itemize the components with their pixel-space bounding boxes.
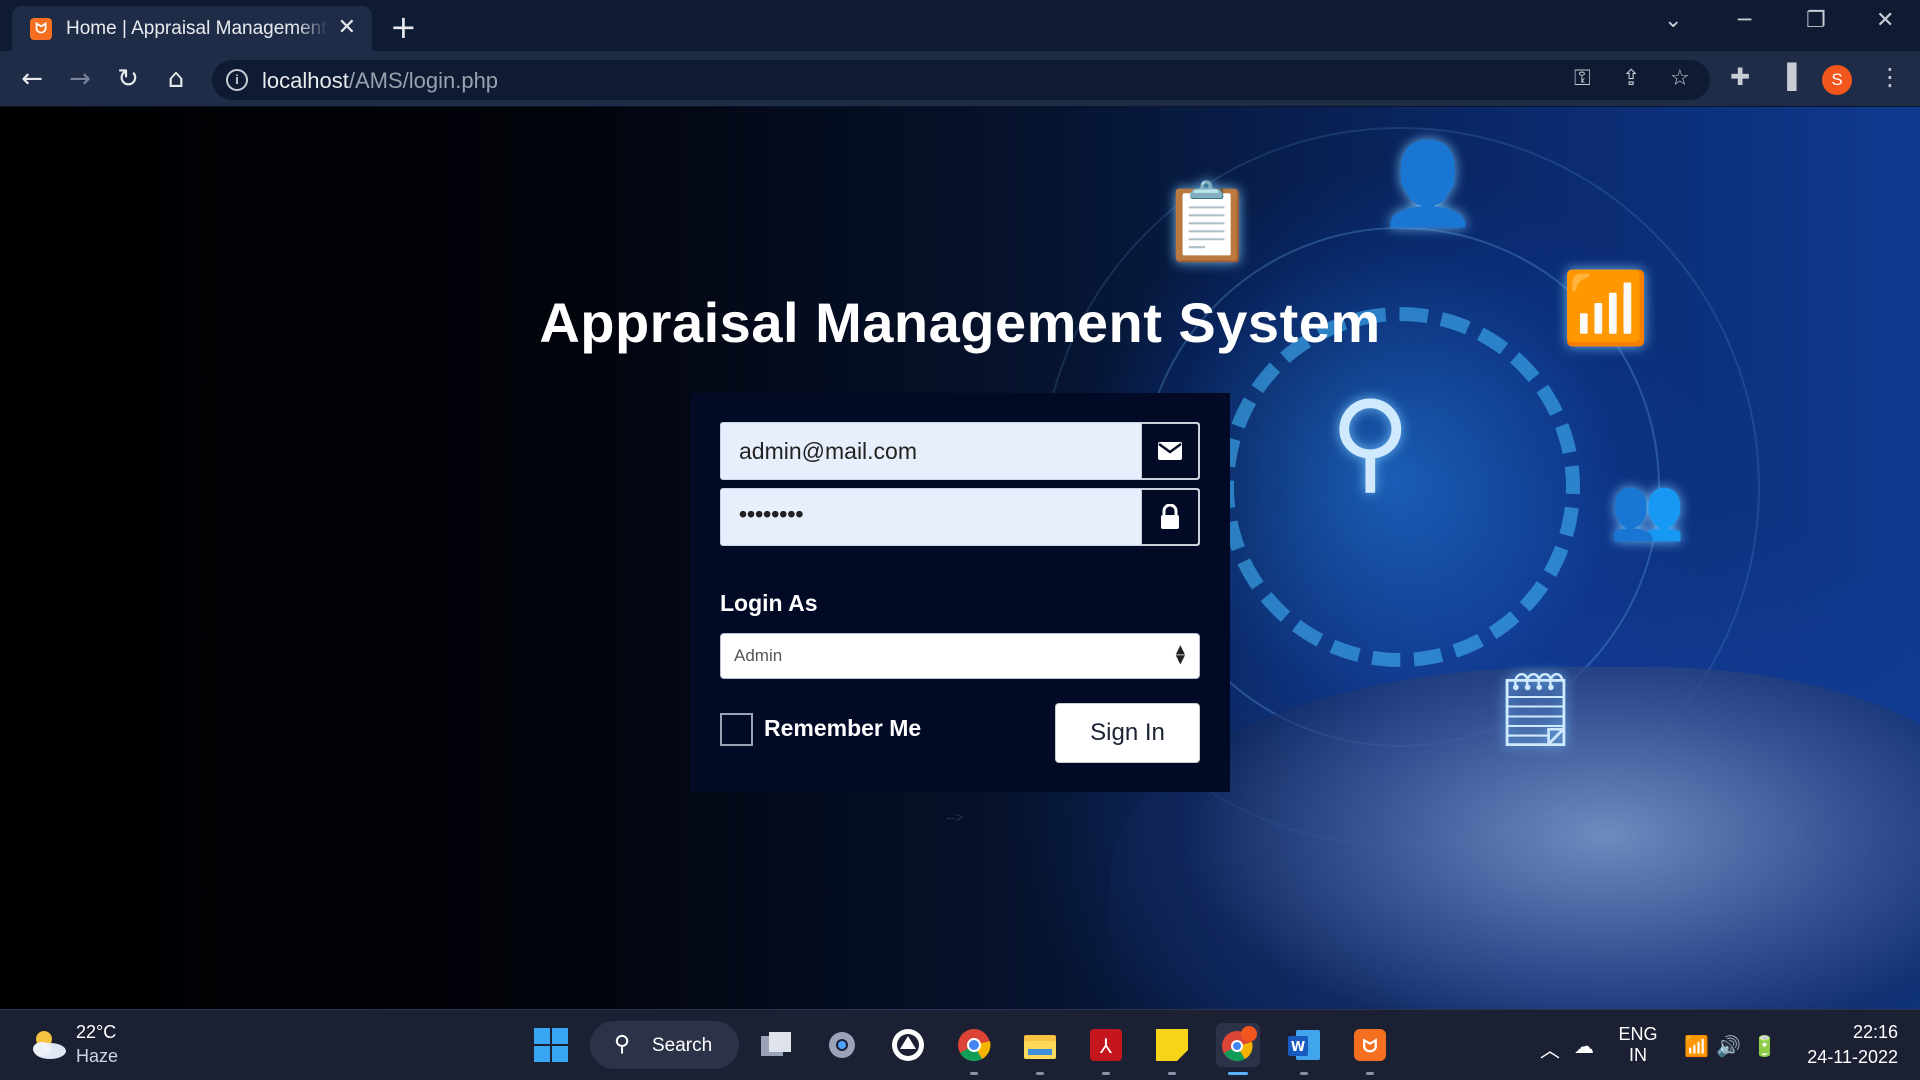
password-field[interactable]: ••••••••	[720, 488, 1200, 546]
weather-temperature[interactable]: 22°C	[76, 1022, 116, 1043]
running-indicator	[1102, 1072, 1110, 1075]
active-indicator	[1228, 1072, 1248, 1075]
svg-text:⅄: ⅄	[1099, 1034, 1113, 1058]
tab-search-icon[interactable]: ⌄	[1664, 8, 1682, 33]
login-page: ⚲ 👤 📋 📶 👥 🗒 Appraisal Management System …	[0, 107, 1920, 1009]
task-view-icon[interactable]	[754, 1023, 798, 1067]
xampp-favicon-icon: ᗢ	[30, 17, 52, 40]
home-icon[interactable]: ⌂	[160, 63, 192, 95]
wifi-icon[interactable]: 📶	[1684, 1034, 1709, 1058]
windows-start-icon[interactable]	[534, 1028, 568, 1062]
email-value[interactable]: admin@mail.com	[739, 438, 917, 465]
battery-icon[interactable]: 🔋	[1752, 1034, 1777, 1058]
word-icon[interactable]: W	[1282, 1023, 1326, 1075]
file-explorer-icon[interactable]	[1018, 1023, 1062, 1075]
sign-in-button[interactable]: Sign In	[1055, 703, 1200, 763]
restore-icon[interactable]: ❐	[1806, 8, 1826, 33]
taskbar-search[interactable]: ⚲ Search	[590, 1021, 739, 1069]
extensions-icon[interactable]: ✚	[1730, 63, 1750, 91]
envelope-icon	[1141, 423, 1199, 479]
browser-toolbar: ← → ↻ ⌂ i localhost/AMS/login.php ⚿ ⇪ ☆ …	[0, 51, 1920, 107]
onedrive-icon[interactable]: ☁	[1574, 1034, 1594, 1058]
reload-icon[interactable]: ↻	[112, 63, 144, 95]
info-icon[interactable]: i	[226, 69, 248, 91]
url-text[interactable]: localhost/AMS/login.php	[262, 68, 498, 94]
weather-condition[interactable]: Haze	[76, 1046, 118, 1067]
login-as-selected: Admin	[734, 646, 783, 665]
select-arrows-icon: ▲ ▼	[1175, 642, 1185, 666]
stray-comment-text: -->	[946, 809, 964, 825]
email-field[interactable]: admin@mail.com	[720, 422, 1200, 480]
address-bar[interactable]: i localhost/AMS/login.php ⚿ ⇪ ☆	[212, 60, 1710, 100]
browser-tab[interactable]: ᗢ Home | Appraisal Management System ✕	[12, 6, 372, 51]
tab-title: Home | Appraisal Management System	[66, 17, 328, 39]
remember-me-label[interactable]: Remember Me	[764, 715, 921, 742]
windows-taskbar: 22°C Haze ⚲ Search ⅄ W ᗢ ︿ ☁ ENG IN 📶 🔊 …	[0, 1009, 1920, 1080]
chrome-icon[interactable]	[952, 1023, 996, 1075]
share-icon[interactable]: ⇪	[1622, 66, 1640, 91]
remember-me-checkbox[interactable]	[720, 713, 753, 746]
browser-tabstrip: ᗢ Home | Appraisal Management System ✕ +…	[0, 0, 1920, 51]
running-indicator	[1366, 1072, 1374, 1075]
close-window-icon[interactable]: ✕	[1876, 8, 1894, 33]
search-icon: ⚲	[614, 1032, 631, 1057]
acrobat-icon[interactable]: ⅄	[1084, 1023, 1128, 1075]
xampp-icon[interactable]: ᗢ	[1348, 1023, 1392, 1075]
tab-close-icon[interactable]: ✕	[338, 15, 356, 40]
login-as-label: Login As	[720, 590, 818, 616]
page-title: Appraisal Management System	[539, 291, 1381, 354]
svg-text:ᗢ: ᗢ	[1363, 1036, 1378, 1057]
key-icon[interactable]: ⚿	[1574, 66, 1591, 91]
forward-icon[interactable]: →	[64, 63, 96, 95]
password-value[interactable]: ••••••••	[739, 501, 803, 528]
running-indicator	[1300, 1072, 1308, 1075]
search-label: Search	[652, 1035, 713, 1056]
github-desktop-icon[interactable]	[886, 1023, 930, 1067]
settings-gear-icon[interactable]	[820, 1023, 864, 1067]
minimize-icon[interactable]: ─	[1738, 8, 1751, 33]
show-hidden-icons-icon[interactable]: ︿	[1540, 1034, 1560, 1063]
login-card: admin@mail.com •••••••• Login As Admin ▲…	[690, 393, 1230, 792]
sticky-notes-icon[interactable]	[1150, 1023, 1194, 1075]
back-icon[interactable]: ←	[16, 63, 48, 95]
team-icon: 👥	[1610, 474, 1685, 544]
profile-avatar[interactable]: S	[1822, 65, 1852, 95]
new-tab-button[interactable]: +	[390, 8, 417, 46]
svg-text:W: W	[1291, 1040, 1305, 1055]
side-panel-icon[interactable]: ▐	[1778, 63, 1796, 91]
menu-icon[interactable]: ⋮	[1878, 63, 1902, 91]
profile-card-icon: 🗒	[1490, 667, 1582, 751]
magnifier-user-icon: ⚲	[1330, 377, 1411, 505]
businessman-icon: 👤	[1378, 137, 1478, 230]
lock-icon	[1141, 489, 1199, 545]
chrome-profile-icon[interactable]	[1216, 1023, 1260, 1075]
weather-cloud-sun-icon[interactable]	[28, 1027, 68, 1061]
volume-icon[interactable]: 🔊	[1716, 1034, 1741, 1058]
login-as-select[interactable]: Admin ▲ ▼	[720, 633, 1200, 679]
running-indicator	[1036, 1072, 1044, 1075]
clock[interactable]: 22:16 24-11-2022	[1796, 1022, 1898, 1068]
language-indicator[interactable]: ENG IN	[1616, 1024, 1660, 1066]
running-indicator	[970, 1072, 978, 1075]
clipboard-icon: 📋	[1160, 177, 1255, 266]
running-indicator	[1168, 1072, 1176, 1075]
star-icon[interactable]: ☆	[1670, 66, 1690, 91]
